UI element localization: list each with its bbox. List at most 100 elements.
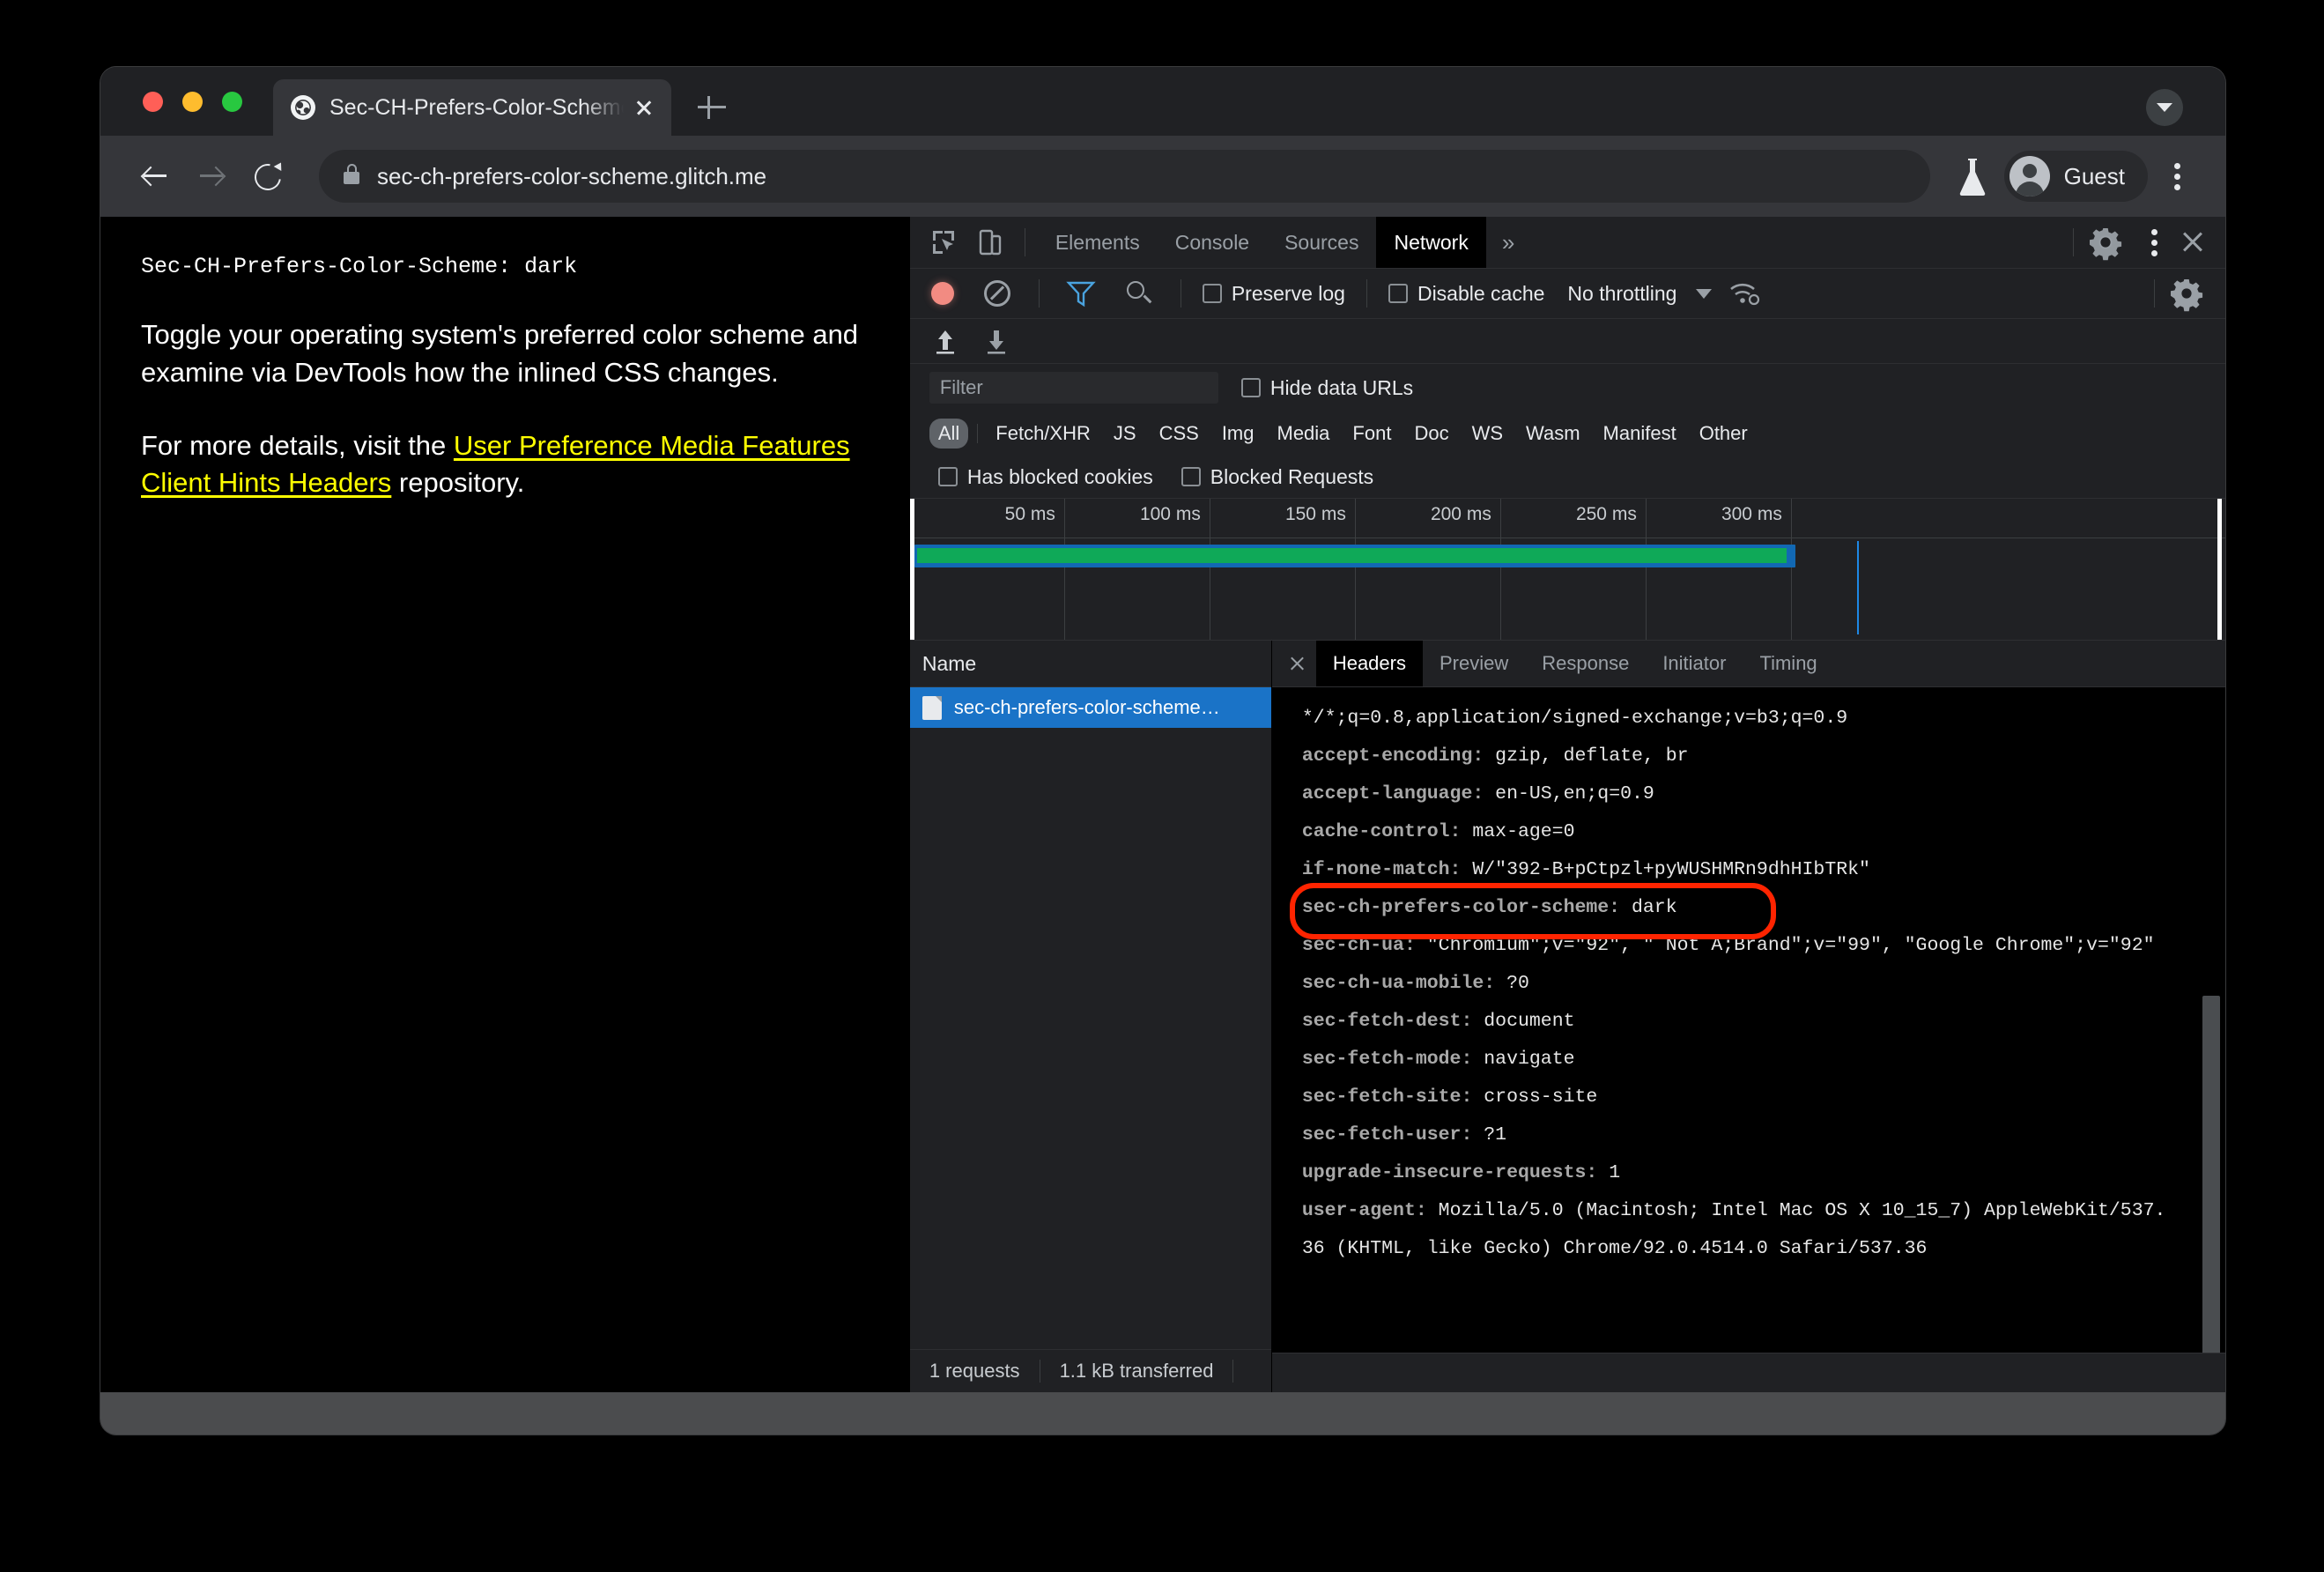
- headers-scrollbar[interactable]: [2202, 996, 2220, 1353]
- tab-elements[interactable]: Elements: [1038, 217, 1158, 268]
- more-panels-icon[interactable]: »: [1486, 217, 1530, 268]
- preserve-log-checkbox[interactable]: [1202, 284, 1222, 303]
- search-icon[interactable]: [1124, 278, 1154, 308]
- profile-label: Guest: [2063, 162, 2125, 189]
- close-window-button[interactable]: [143, 92, 163, 112]
- type-filter-ws[interactable]: WS: [1463, 419, 1512, 449]
- chevron-down-icon[interactable]: [2146, 89, 2183, 126]
- tab-console[interactable]: Console: [1158, 217, 1267, 268]
- overview-right-handle[interactable]: [2217, 499, 2222, 640]
- tab-preview[interactable]: Preview: [1423, 641, 1525, 686]
- network-conditions-icon[interactable]: [1728, 278, 1763, 308]
- header-row: accept-language: en-US,en;q=0.9: [1302, 775, 2174, 813]
- type-filter-doc[interactable]: Doc: [1405, 419, 1457, 449]
- type-filter-css[interactable]: CSS: [1151, 419, 1208, 449]
- tab-response[interactable]: Response: [1525, 641, 1646, 686]
- requests-list-pane: Name sec-ch-prefers-color-scheme… 1 requ…: [909, 641, 1272, 1392]
- devtools-settings-gear-icon[interactable]: [2086, 223, 2125, 262]
- browser-menu-button[interactable]: [2160, 156, 2195, 196]
- hide-data-urls-checkbox[interactable]: [1240, 378, 1261, 397]
- maximize-window-button[interactable]: [222, 92, 242, 112]
- disable-cache-checkbox-row[interactable]: Disable cache: [1388, 282, 1544, 306]
- type-filter-wasm[interactable]: Wasm: [1517, 419, 1589, 449]
- clear-network-log-icon[interactable]: [983, 280, 1010, 307]
- close-devtools-icon[interactable]: [2172, 222, 2213, 263]
- globe-favicon-icon: [291, 95, 315, 120]
- type-filter-other[interactable]: Other: [1691, 419, 1757, 449]
- chevron-down-icon[interactable]: [1696, 288, 1713, 299]
- overview-tick-3: 150 ms: [1284, 504, 1346, 524]
- network-settings-gear-icon[interactable]: [2167, 274, 2206, 313]
- blocked-requests-row[interactable]: Blocked Requests: [1181, 465, 1373, 489]
- browser-tab[interactable]: Sec-CH-Prefers-Color-Scheme: [273, 79, 671, 136]
- toggle-device-toolbar-icon[interactable]: [969, 222, 1010, 263]
- header-value: navigate: [1472, 1049, 1575, 1070]
- request-detail-pane: Headers Preview Response Initiator Timin…: [1271, 641, 2225, 1392]
- address-bar[interactable]: sec-ch-prefers-color-scheme.glitch.me: [319, 150, 1930, 203]
- filter-icon[interactable]: [1066, 278, 1096, 308]
- network-body: Name sec-ch-prefers-color-scheme… 1 requ…: [909, 641, 2225, 1392]
- type-filter-all[interactable]: All: [929, 419, 969, 449]
- flask-icon[interactable]: [1953, 155, 1992, 197]
- load-event-marker: [1856, 541, 1859, 634]
- filter-row: Hide data URLs: [909, 364, 2225, 412]
- lock-icon: [344, 164, 359, 184]
- web-page-viewport: Sec-CH-Prefers-Color-Scheme: dark Toggle…: [100, 217, 909, 1392]
- close-tab-icon[interactable]: [629, 93, 659, 122]
- overview-tick-2: 100 ms: [1139, 504, 1201, 524]
- detail-footer: [1271, 1353, 2225, 1392]
- minimize-window-button[interactable]: [182, 92, 203, 112]
- detail-tabbar: Headers Preview Response Initiator Timin…: [1271, 641, 2225, 687]
- throttling-select[interactable]: No throttling: [1567, 282, 1676, 306]
- header-value: gzip, deflate, br: [1484, 745, 1689, 767]
- devtools-panel: Elements Console Sources Network » Prese…: [908, 217, 2225, 1392]
- record-button[interactable]: [930, 282, 954, 305]
- type-filter-manifest[interactable]: Manifest: [1595, 419, 1685, 449]
- header-row: user-agent: Mozilla/5.0 (Macintosh; Inte…: [1302, 1192, 2174, 1268]
- reload-button[interactable]: [243, 152, 291, 200]
- header-row: sec-ch-ua-mobile: ?0: [1302, 965, 2174, 1003]
- divider: [2154, 279, 2155, 308]
- blocked-requests-checkbox[interactable]: [1181, 467, 1201, 486]
- hide-data-urls-checkbox-row[interactable]: Hide data URLs: [1240, 376, 1413, 400]
- tab-initiator[interactable]: Initiator: [1646, 641, 1743, 686]
- header-name: sec-fetch-dest:: [1301, 1011, 1473, 1032]
- profile-chip[interactable]: Guest: [2003, 151, 2148, 202]
- header-value: "Chromium";v="92", " Not A;Brand";v="99"…: [1415, 935, 2155, 956]
- has-blocked-cookies-checkbox[interactable]: [937, 467, 958, 486]
- network-overview-timeline[interactable]: 50 ms 100 ms 150 ms 200 ms 250 ms 300 ms: [909, 499, 2225, 641]
- page-paragraph-2: For more details, visit the User Prefere…: [141, 427, 869, 503]
- disable-cache-checkbox[interactable]: [1388, 284, 1408, 303]
- paragraph-2-prefix: For more details, visit the: [141, 429, 454, 461]
- preserve-log-checkbox-row[interactable]: Preserve log: [1202, 282, 1345, 306]
- header-row: */*;q=0.8,application/signed-exchange;v=…: [1302, 700, 2174, 738]
- inspect-element-icon[interactable]: [923, 222, 964, 263]
- forward-button[interactable]: [187, 152, 234, 200]
- import-har-icon[interactable]: [929, 325, 961, 357]
- overview-tick-4: 200 ms: [1430, 504, 1491, 524]
- type-filter-font[interactable]: Font: [1343, 419, 1400, 449]
- type-filter-fetch-xhr[interactable]: Fetch/XHR: [987, 419, 1099, 449]
- tab-network[interactable]: Network: [1376, 217, 1486, 268]
- type-filter-img[interactable]: Img: [1213, 419, 1263, 449]
- requests-column-header-name[interactable]: Name: [909, 641, 1271, 687]
- tab-headers[interactable]: Headers: [1315, 641, 1423, 686]
- header-name: sec-ch-prefers-color-scheme:: [1301, 897, 1621, 918]
- tab-sources[interactable]: Sources: [1267, 217, 1376, 268]
- new-tab-button[interactable]: [694, 90, 729, 125]
- header-name: accept-language:: [1301, 783, 1484, 805]
- type-filter-js[interactable]: JS: [1105, 419, 1145, 449]
- close-detail-icon[interactable]: [1277, 644, 1316, 683]
- filter-input[interactable]: [929, 372, 1218, 404]
- header-name: upgrade-insecure-requests:: [1301, 1162, 1598, 1183]
- back-button[interactable]: [130, 152, 178, 200]
- devtools-menu-button[interactable]: [2137, 222, 2172, 263]
- table-row[interactable]: sec-ch-prefers-color-scheme…: [909, 687, 1271, 728]
- tab-title: Sec-CH-Prefers-Color-Scheme: [329, 94, 624, 120]
- overview-left-handle[interactable]: [909, 499, 914, 640]
- request-timing-band-inner: [916, 548, 1787, 563]
- has-blocked-cookies-row[interactable]: Has blocked cookies: [937, 465, 1153, 489]
- type-filter-media[interactable]: Media: [1269, 419, 1339, 449]
- tab-timing[interactable]: Timing: [1743, 641, 1833, 686]
- export-har-icon[interactable]: [981, 325, 1012, 357]
